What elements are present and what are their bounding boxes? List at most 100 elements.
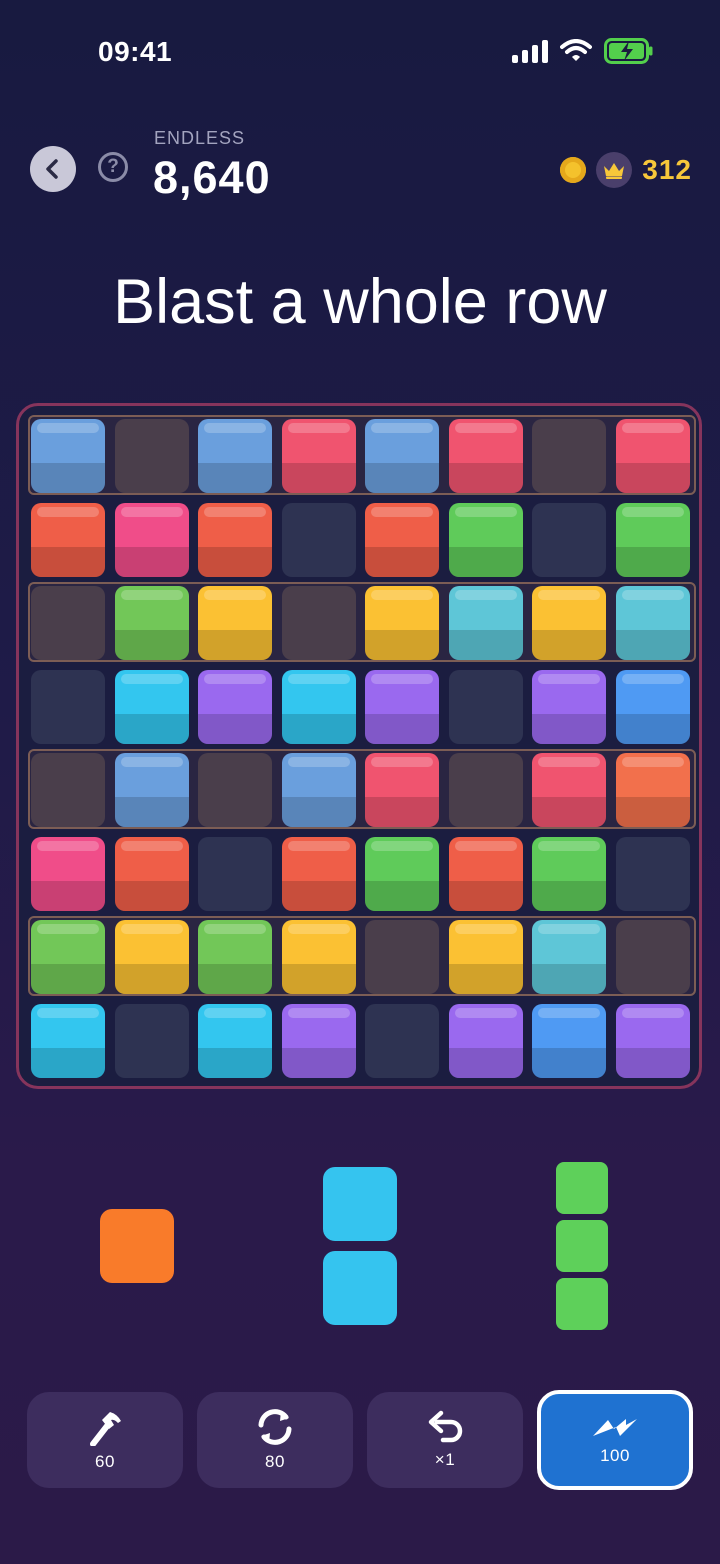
refresh-icon [258,1409,292,1445]
empty-cell[interactable] [31,586,105,660]
orange-block[interactable] [365,502,439,577]
red-block[interactable] [532,753,606,827]
crown-icon [604,163,625,179]
empty-cell[interactable] [615,920,690,994]
green-block[interactable] [615,502,690,577]
battery-charging-icon [604,38,653,64]
undo-icon [428,1410,463,1443]
piece-block[interactable] [100,1209,174,1283]
zap-count: 100 [600,1446,630,1465]
yellow-block[interactable] [532,586,606,660]
teal-block[interactable] [615,586,690,660]
shuffle-count: 80 [265,1452,285,1471]
green-block[interactable] [448,502,523,577]
game-board[interactable] [16,403,702,1089]
piece-block[interactable] [556,1162,608,1214]
piece-block[interactable] [323,1167,397,1241]
blue-block[interactable] [281,753,356,827]
cyan-block[interactable] [198,1003,272,1078]
empty-cell[interactable] [114,419,189,493]
yellow-block[interactable] [114,920,189,994]
hammer-button[interactable]: 60 [27,1392,183,1488]
status-time: 09:41 [98,36,173,67]
red-block[interactable] [365,753,439,827]
empty-cell[interactable] [198,753,272,827]
coral-block[interactable] [615,753,690,827]
empty-cell[interactable] [281,586,356,660]
yellow-block[interactable] [365,586,439,660]
empty-cell[interactable] [532,419,606,493]
teal-block[interactable] [532,920,606,994]
instruction-text: Blast a whole row [113,267,607,337]
blue-block[interactable] [114,753,189,827]
pink-block[interactable] [31,836,105,911]
yellow-block[interactable] [448,920,523,994]
green-block[interactable] [365,836,439,911]
orange-block[interactable] [281,836,356,911]
purple-block[interactable] [365,669,439,744]
status-icons [512,38,654,64]
pink-block[interactable] [114,502,189,577]
orange-block[interactable] [198,502,272,577]
purple-block[interactable] [448,1003,523,1078]
back-button[interactable] [30,146,76,192]
lime-block[interactable] [114,586,189,660]
cyan-block[interactable] [114,669,189,744]
empty-cell[interactable] [365,1003,439,1078]
red-block[interactable] [448,419,523,493]
empty-cell[interactable] [198,836,272,911]
empty-cell[interactable] [448,753,523,827]
shuffle-button[interactable]: 80 [197,1392,353,1488]
cyan-block[interactable] [31,1003,105,1078]
empty-cell[interactable] [281,502,356,577]
piece-block[interactable] [556,1220,608,1272]
purple-block[interactable] [532,669,606,744]
empty-cell[interactable] [615,836,690,911]
purple-block[interactable] [615,1003,690,1078]
empty-cell[interactable] [31,669,105,744]
chevron-left-icon [46,159,58,179]
green-block[interactable] [532,836,606,911]
help-button[interactable]: ? [98,152,128,182]
hammer-count: 60 [95,1452,115,1471]
mode-label: ENDLESS [154,128,246,148]
cyan-block[interactable] [281,669,356,744]
zap-button[interactable]: 100 [537,1390,693,1490]
red-block[interactable] [281,419,356,493]
wifi-icon [560,39,592,61]
crown-count: 312 [642,154,692,185]
yellow-block[interactable] [198,586,272,660]
crown-badge [596,152,633,188]
empty-cell[interactable] [532,502,606,577]
score: 8,640 [153,152,271,203]
undo-count: ×1 [434,1450,456,1469]
purple-block[interactable] [281,1003,356,1078]
piece-block[interactable] [556,1278,608,1330]
empty-cell[interactable] [365,920,439,994]
blue-block[interactable] [31,419,105,493]
question-icon: ? [107,156,119,177]
sky-block[interactable] [615,669,690,744]
purple-block[interactable] [198,669,272,744]
signal-icon [512,39,548,63]
coin-icon [560,157,587,183]
orange-block[interactable] [448,836,523,911]
hammer-icon [90,1412,121,1446]
blue-block[interactable] [198,419,272,493]
blue-block[interactable] [365,419,439,493]
teal-block[interactable] [448,586,523,660]
zigzag-icon [593,1419,637,1436]
yellow-block[interactable] [281,920,356,994]
piece-block[interactable] [323,1251,397,1325]
lime-block[interactable] [31,920,105,994]
currency-display: 312 [560,152,692,188]
empty-cell[interactable] [114,1003,189,1078]
lime-block[interactable] [198,920,272,994]
orange-block[interactable] [114,836,189,911]
orange-block[interactable] [31,502,105,577]
undo-button[interactable]: ×1 [367,1392,523,1488]
red-block[interactable] [615,419,690,493]
empty-cell[interactable] [31,753,105,827]
empty-cell[interactable] [448,669,523,744]
sky-block[interactable] [532,1003,606,1078]
